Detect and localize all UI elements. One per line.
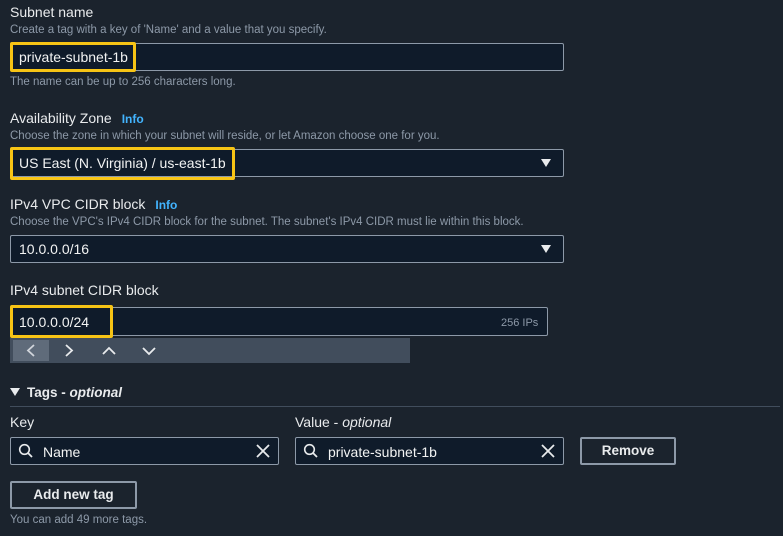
tags-limit-hint: You can add 49 more tags. <box>10 514 148 526</box>
tag-value-label-suffix: optional <box>342 414 392 430</box>
tags-section-toggle[interactable]: Tags - optional <box>10 385 122 400</box>
tags-title-suffix: optional <box>69 385 123 400</box>
availability-zone-info-link[interactable]: Info <box>122 112 144 126</box>
availability-zone-label: Availability Zone Info <box>10 110 144 126</box>
vpc-cidr-label: IPv4 VPC CIDR block Info <box>10 196 177 212</box>
search-icon <box>303 443 319 464</box>
vpc-cidr-value[interactable]: 10.0.0.0/16 <box>19 241 89 257</box>
vpc-cidr-caret-icon[interactable] <box>541 245 551 253</box>
subnet-name-hint: The name can be up to 256 characters lon… <box>10 76 236 88</box>
cidr-increase-button[interactable] <box>91 340 127 361</box>
cidr-prev-button[interactable] <box>13 340 49 361</box>
chevron-up-icon <box>102 346 116 355</box>
cidr-decrease-button[interactable] <box>131 340 167 361</box>
subnet-name-label: Subnet name <box>10 4 94 20</box>
tag-value-value[interactable]: private-subnet-1b <box>328 444 437 460</box>
subnet-cidr-value[interactable]: 10.0.0.0/24 <box>19 314 89 330</box>
tags-divider <box>10 406 780 407</box>
caret-down-icon <box>10 388 20 396</box>
remove-tag-button[interactable]: Remove <box>580 437 676 465</box>
tag-key-value[interactable]: Name <box>43 444 80 460</box>
add-new-tag-button[interactable]: Add new tag <box>10 481 137 509</box>
vpc-cidr-label-text: IPv4 VPC CIDR block <box>10 196 146 212</box>
subnet-cidr-label: IPv4 subnet CIDR block <box>10 282 159 298</box>
vpc-cidr-description: Choose the VPC's IPv4 CIDR block for the… <box>10 216 524 228</box>
chevron-down-icon <box>142 347 156 356</box>
availability-zone-label-text: Availability Zone <box>10 110 112 126</box>
search-icon <box>18 443 34 464</box>
chevron-left-icon <box>26 344 35 357</box>
tag-key-label: Key <box>10 414 35 430</box>
availability-zone-value[interactable]: US East (N. Virginia) / us-east-1b <box>19 155 226 171</box>
tag-value-label-text: Value <box>295 414 330 430</box>
cidr-next-button[interactable] <box>51 340 87 361</box>
chevron-right-icon <box>65 344 74 357</box>
availability-zone-caret-icon[interactable] <box>541 159 551 167</box>
subnet-name-value[interactable]: private-subnet-1b <box>19 49 128 65</box>
clear-value-icon[interactable] <box>540 443 556 464</box>
tags-title: Tags <box>27 385 58 400</box>
subnet-cidr-ip-count: 256 IPs <box>501 317 539 329</box>
tag-value-label: Value - optional <box>295 414 392 430</box>
subnet-name-description: Create a tag with a key of 'Name' and a … <box>10 24 327 36</box>
availability-zone-description: Choose the zone in which your subnet wil… <box>10 130 440 142</box>
clear-key-icon[interactable] <box>255 443 271 464</box>
vpc-cidr-select[interactable] <box>10 235 564 263</box>
vpc-cidr-info-link[interactable]: Info <box>155 198 177 212</box>
